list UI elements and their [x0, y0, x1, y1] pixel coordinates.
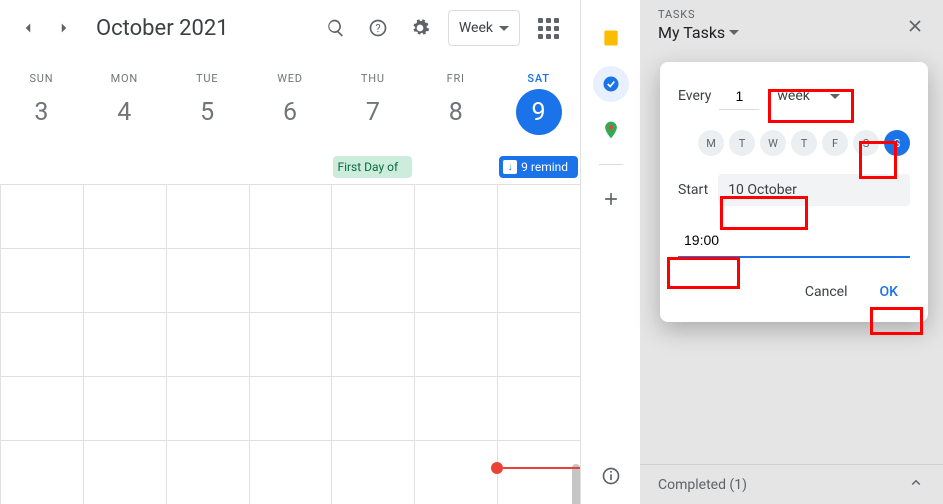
tasks-panel-label: TASKS	[658, 8, 925, 21]
apps-button[interactable]	[528, 8, 568, 48]
view-switcher[interactable]: Week	[448, 10, 520, 46]
close-icon	[905, 16, 925, 36]
svg-text:?: ?	[375, 22, 380, 35]
weekday-thu[interactable]: T	[791, 130, 817, 156]
start-date-input[interactable]: 10 October	[718, 174, 910, 206]
settings-button[interactable]	[400, 8, 440, 48]
day-abbr: TUE	[196, 72, 218, 85]
divider	[599, 164, 623, 165]
time-input[interactable]	[678, 224, 910, 258]
day-column-sat[interactable]: SAT 9	[497, 56, 580, 156]
day-column-tue[interactable]: TUE 5	[166, 56, 249, 156]
chevron-up-icon	[907, 474, 925, 496]
chevron-right-icon	[55, 19, 73, 37]
info-icon	[601, 466, 621, 486]
every-label: Every	[678, 88, 711, 104]
info-button[interactable]	[593, 458, 629, 494]
tasks-list-name: My Tasks	[658, 23, 725, 42]
ok-button[interactable]: OK	[868, 276, 911, 308]
tasks-addon-button[interactable]	[593, 66, 629, 102]
start-label: Start	[678, 182, 708, 198]
chip-label: 9 remind	[521, 160, 568, 174]
day-number: 6	[267, 89, 313, 135]
frequency-select[interactable]: week	[767, 80, 849, 112]
reminder-chip[interactable]: ↓ 9 remind	[499, 156, 578, 178]
help-button[interactable]: ?	[358, 8, 398, 48]
prev-button[interactable]	[12, 12, 44, 44]
search-button[interactable]	[316, 8, 356, 48]
start-date-value: 10 October	[728, 182, 797, 198]
chip-label: First Day of	[337, 160, 398, 174]
day-column-mon[interactable]: MON 4	[83, 56, 166, 156]
plus-icon	[601, 189, 621, 209]
weekday-mon[interactable]: M	[698, 130, 724, 156]
day-abbr: SUN	[29, 72, 53, 85]
day-abbr: MON	[111, 72, 138, 85]
day-column-sun[interactable]: SUN 3	[0, 56, 83, 156]
day-abbr: WED	[277, 72, 303, 85]
chevron-left-icon	[19, 19, 37, 37]
event-chip-first-day[interactable]: First Day of	[333, 156, 412, 178]
weekday-tue[interactable]: T	[729, 130, 755, 156]
day-abbr: FRI	[447, 72, 465, 85]
calendar-grid[interactable]	[0, 184, 580, 504]
close-tasks-button[interactable]	[905, 16, 925, 42]
day-number: 4	[101, 89, 147, 135]
day-column-wed[interactable]: WED 6	[249, 56, 332, 156]
interval-input[interactable]	[719, 82, 759, 110]
search-icon	[326, 18, 346, 38]
day-abbr: SAT	[527, 72, 549, 85]
now-indicator	[497, 462, 580, 474]
day-number: 7	[350, 89, 396, 135]
keep-icon	[601, 28, 621, 48]
weekday-fri[interactable]: F	[822, 130, 848, 156]
maps-icon	[601, 120, 621, 140]
reminder-icon: ↓	[503, 160, 517, 174]
apps-icon	[538, 18, 559, 39]
weekday-sat[interactable]: S	[853, 130, 879, 156]
help-icon: ?	[368, 18, 388, 38]
tasks-list-switcher[interactable]: My Tasks	[658, 23, 925, 42]
view-label: Week	[459, 20, 493, 36]
keep-addon-button[interactable]	[593, 20, 629, 56]
get-addons-button[interactable]	[593, 181, 629, 217]
frequency-label: week	[777, 88, 809, 104]
recurrence-dialog: Every week M T W T F S S Start 10 Octobe…	[660, 62, 928, 322]
caret-down-icon	[499, 26, 509, 31]
next-button[interactable]	[48, 12, 80, 44]
caret-down-icon	[830, 94, 840, 99]
weekday-wed[interactable]: W	[760, 130, 786, 156]
cancel-button[interactable]: Cancel	[793, 276, 860, 308]
page-title: October 2021	[96, 16, 316, 41]
day-number: 3	[18, 89, 64, 135]
day-number: 8	[433, 89, 479, 135]
maps-addon-button[interactable]	[593, 112, 629, 148]
day-abbr: THU	[361, 72, 385, 85]
weekday-picker: M T W T F S S	[678, 130, 910, 156]
completed-section-toggle[interactable]: Completed (1)	[640, 464, 943, 504]
completed-label: Completed (1)	[658, 477, 747, 493]
day-column-thu[interactable]: THU 7	[331, 56, 414, 156]
gear-icon	[410, 18, 430, 38]
weekday-sun[interactable]: S	[884, 130, 910, 156]
caret-down-icon	[729, 30, 739, 35]
day-column-fri[interactable]: FRI 8	[414, 56, 497, 156]
day-number: 5	[184, 89, 230, 135]
tasks-icon	[601, 74, 621, 94]
day-number: 9	[516, 89, 562, 135]
